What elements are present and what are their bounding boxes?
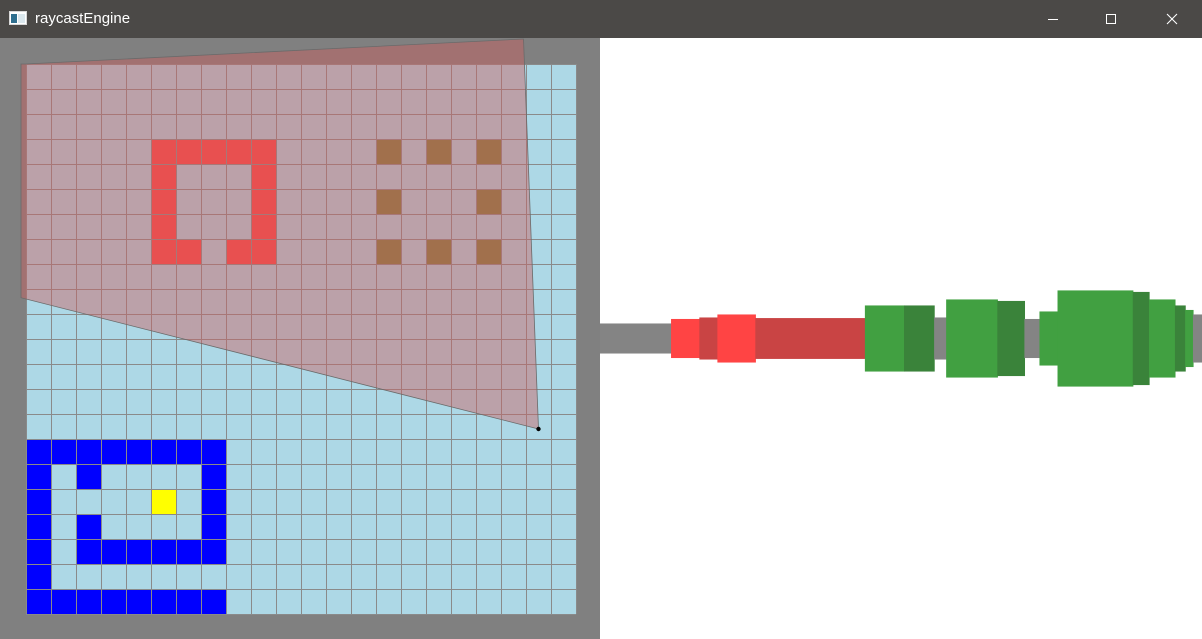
wall-slice — [997, 300, 1026, 377]
minimap-view[interactable] — [0, 38, 600, 639]
wall-tile-blue — [101, 439, 126, 464]
wall-tile-blue — [26, 564, 51, 589]
wall-tile-blue — [51, 589, 76, 614]
wall-tile-blue — [176, 539, 201, 564]
wall-tile-blue — [26, 489, 51, 514]
wall-tile-blue — [76, 464, 101, 489]
close-icon — [1166, 13, 1178, 25]
window-app-icon — [9, 11, 27, 25]
wall-slice — [1057, 290, 1134, 387]
wall-tile-blue — [201, 589, 226, 614]
wall-tile-blue — [151, 539, 176, 564]
wall-tile-blue — [126, 439, 151, 464]
wall-slice — [864, 305, 905, 372]
wall-tile-blue — [201, 464, 226, 489]
wall-tile-blue — [176, 589, 201, 614]
goal-tile — [151, 489, 176, 514]
wall-slice — [755, 318, 866, 359]
wall-slice — [946, 299, 998, 378]
wall-tile-blue — [76, 589, 101, 614]
wall-tile-blue — [151, 439, 176, 464]
wall-tile-blue — [201, 489, 226, 514]
wall-slice — [1185, 309, 1194, 368]
wall-tile-blue — [26, 439, 51, 464]
wall-tile-blue — [26, 514, 51, 539]
wall-slice — [600, 323, 672, 354]
wall-tile-blue — [101, 539, 126, 564]
wall-slice — [671, 318, 700, 359]
maximize-icon — [1106, 14, 1116, 24]
wall-slice — [1192, 314, 1202, 363]
close-button[interactable] — [1142, 0, 1202, 38]
window-title: raycastEngine — [35, 10, 131, 27]
wall-tile-blue — [26, 464, 51, 489]
wall-tile-blue — [76, 514, 101, 539]
wall-tile-blue — [76, 539, 101, 564]
wall-slice — [699, 317, 718, 360]
wall-tile-blue — [26, 589, 51, 614]
wall-slice — [904, 305, 935, 372]
wall-tile-blue — [201, 514, 226, 539]
title-bar[interactable]: raycastEngine — [0, 0, 1202, 38]
minimize-button[interactable] — [1024, 0, 1082, 38]
wall-tile-blue — [101, 589, 126, 614]
minimize-icon — [1048, 19, 1058, 20]
minimap-canvas[interactable] — [0, 38, 600, 639]
wall-tile-blue — [76, 439, 101, 464]
wall-slice — [934, 317, 947, 360]
wall-slice — [1024, 318, 1041, 359]
wall-slice — [1149, 299, 1176, 378]
raycast-canvas[interactable] — [600, 38, 1202, 639]
wall-tile-blue — [126, 589, 151, 614]
wall-tile-blue — [126, 539, 151, 564]
wall-tile-blue — [176, 439, 201, 464]
player-marker — [536, 426, 541, 432]
wall-tile-blue — [201, 539, 226, 564]
maximize-button[interactable] — [1082, 0, 1140, 38]
wall-tile-blue — [201, 439, 226, 464]
raycast-3d-view[interactable] — [600, 38, 1202, 639]
wall-slice — [1039, 311, 1059, 366]
wall-slice — [1132, 291, 1150, 386]
wall-slice — [1174, 305, 1186, 372]
wall-tile-blue — [151, 589, 176, 614]
app-window: raycastEngine — [0, 0, 1202, 639]
wall-tile-blue — [26, 539, 51, 564]
wall-slice — [717, 314, 756, 363]
wall-tile-blue — [51, 439, 76, 464]
client-area — [0, 38, 1202, 639]
